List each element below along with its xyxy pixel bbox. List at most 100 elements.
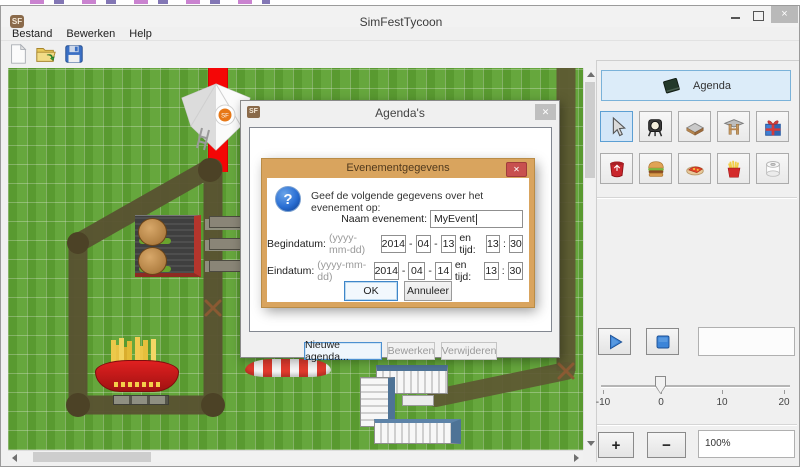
spotlight-icon — [645, 116, 667, 138]
hscroll-thumb[interactable] — [33, 452, 151, 462]
map-vertical-scrollbar[interactable] — [583, 68, 595, 450]
toilet-roll-icon — [762, 158, 784, 180]
status-display-box — [698, 327, 795, 356]
end-month-input[interactable]: 04 — [408, 262, 425, 280]
gift-icon — [762, 116, 784, 138]
begin-month-input[interactable]: 04 — [416, 235, 432, 253]
background-window-text — [30, 0, 270, 4]
play-button[interactable] — [598, 328, 631, 355]
delete-agenda-button[interactable]: Verwijderen — [441, 342, 497, 360]
name-label: Naam evenement: — [341, 213, 427, 225]
sidebar-separator-bottom — [597, 424, 797, 426]
end-time-label: en tijd: — [455, 259, 481, 283]
zoom-out-button[interactable]: − — [647, 432, 686, 458]
colon-sep: : — [502, 265, 505, 277]
agenda-button[interactable]: Agenda — [601, 70, 791, 101]
scroll-up-icon[interactable] — [587, 72, 595, 77]
maximize-button[interactable] — [748, 8, 767, 22]
fries-icon — [723, 158, 745, 180]
slider-label-20: 20 — [778, 397, 789, 408]
end-minute-input[interactable]: 30 — [508, 262, 523, 280]
colon-sep: : — [503, 238, 506, 250]
bench-horizontal — [113, 395, 169, 405]
scroll-right-icon[interactable] — [574, 454, 579, 462]
menu-bestand[interactable]: Bestand — [6, 27, 58, 40]
text-caret — [476, 214, 477, 225]
pizza-icon — [684, 158, 706, 180]
gate-icon — [723, 116, 745, 138]
slider-label-10: 10 — [716, 397, 727, 408]
tool-spotlight[interactable] — [639, 111, 672, 142]
open-file-button[interactable] — [34, 42, 58, 65]
event-name-input[interactable]: MyEvent — [430, 210, 523, 228]
vscroll-thumb[interactable] — [585, 82, 595, 178]
begin-date-row: Begindatum: (yyyy-mm-dd) 2014 - 04 - 13 … — [267, 232, 523, 256]
tool-pizza[interactable] — [678, 153, 711, 184]
question-icon: ? — [275, 186, 301, 212]
zoom-in-button[interactable]: + — [598, 432, 634, 458]
agendas-dialog-title: Agenda's — [241, 106, 559, 120]
tick-10 — [722, 390, 723, 394]
zoom-level-box[interactable]: 100% — [698, 430, 795, 458]
speed-slider-track[interactable] — [601, 385, 790, 388]
menu-bar: Bestand Bewerken Help — [1, 27, 799, 41]
cursor-icon — [607, 116, 627, 138]
minimize-button[interactable] — [726, 8, 745, 22]
agendas-close-button[interactable]: ✕ — [535, 104, 556, 120]
menu-bewerken[interactable]: Bewerken — [60, 27, 121, 40]
end-label: Eindatum: — [267, 265, 314, 277]
save-floppy-icon — [63, 43, 85, 65]
close-button[interactable]: × — [771, 6, 798, 23]
tick--10 — [603, 390, 604, 394]
agenda-button-label: Agenda — [693, 80, 731, 92]
menu-help[interactable]: Help — [123, 27, 158, 40]
begin-minute-input[interactable]: 30 — [509, 235, 523, 253]
event-dialog: Evenementgegevens ✕ ? Geef de volgende g… — [262, 159, 534, 307]
tool-hamburger[interactable] — [639, 153, 672, 184]
tool-fries[interactable] — [717, 153, 750, 184]
window-titlebar[interactable]: SF SimFestTycoon — [1, 6, 799, 27]
slider-label-0: 0 — [658, 397, 664, 408]
stop-button[interactable] — [646, 328, 679, 355]
tool-select-cursor[interactable] — [600, 111, 633, 142]
end-day-input[interactable]: 14 — [435, 262, 452, 280]
name-row: Naam evenement: MyEvent — [267, 210, 523, 228]
end-year-input[interactable]: 2014 — [374, 262, 399, 280]
dash-sep: - — [434, 238, 438, 250]
end-format-hint: (yyyy-mm-dd) — [317, 259, 370, 283]
tool-toilet-roll[interactable] — [756, 153, 789, 184]
hamburger-icon — [645, 158, 667, 180]
tool-stage[interactable] — [678, 111, 711, 142]
scroll-left-icon[interactable] — [12, 454, 17, 462]
slider-label--10: -10 — [596, 397, 610, 408]
new-agenda-button[interactable]: Nieuwe agenda... — [304, 342, 382, 360]
end-hour-input[interactable]: 13 — [484, 262, 499, 280]
scroll-down-icon[interactable] — [587, 441, 595, 446]
event-dialog-title: Evenementgegevens — [267, 159, 529, 178]
stage-icon — [684, 116, 706, 138]
begin-label: Begindatum: — [267, 238, 326, 250]
dash-sep: - — [428, 265, 432, 277]
tick-20 — [784, 390, 785, 394]
agenda-book-icon — [661, 77, 683, 95]
save-button[interactable] — [62, 42, 86, 65]
toilet-containers — [360, 363, 454, 441]
tool-gate[interactable] — [717, 111, 750, 142]
new-document-button[interactable] — [6, 42, 30, 65]
tool-gift[interactable] — [756, 111, 789, 142]
begin-hour-input[interactable]: 13 — [486, 235, 500, 253]
begin-day-input[interactable]: 13 — [441, 235, 457, 253]
trash-bin-icon — [606, 158, 628, 180]
tool-trash-bin[interactable] — [600, 153, 633, 184]
dash-sep: - — [402, 265, 406, 277]
event-buttons-row: OK Annuleer — [267, 281, 529, 301]
minimize-icon — [731, 17, 740, 19]
edit-agenda-button[interactable]: Bewerken — [387, 342, 435, 360]
end-date-row: Eindatum: (yyyy-mm-dd) 2014 - 04 - 14 en… — [267, 259, 523, 283]
map-horizontal-scrollbar[interactable] — [8, 450, 583, 462]
begin-year-input[interactable]: 2014 — [381, 235, 406, 253]
dash-sep: - — [409, 238, 413, 250]
ok-button[interactable]: OK — [344, 281, 398, 301]
event-close-button[interactable]: ✕ — [506, 162, 527, 177]
cancel-button[interactable]: Annuleer — [404, 281, 452, 301]
